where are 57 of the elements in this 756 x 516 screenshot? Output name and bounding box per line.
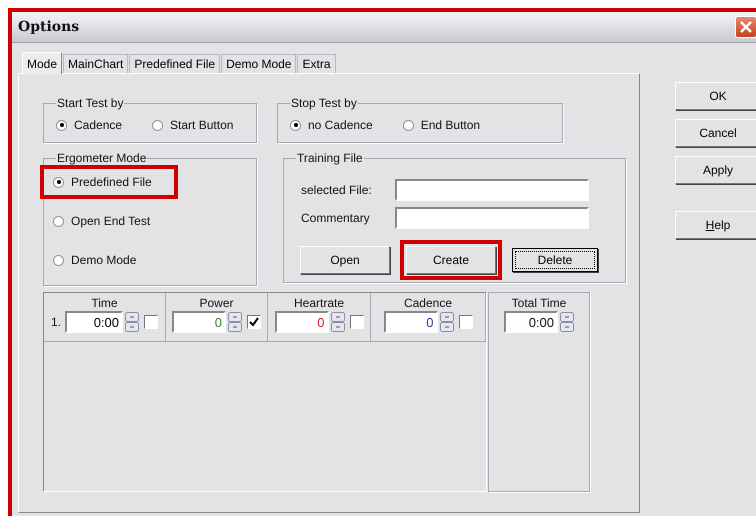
- action-button[interactable]: Create: [406, 246, 496, 274]
- radio-button[interactable]: [56, 120, 67, 130]
- radio-button[interactable]: [53, 176, 64, 188]
- checkbox[interactable]: [350, 315, 364, 329]
- radio-label: End Button: [420, 118, 480, 132]
- tab[interactable]: Demo Mode: [221, 54, 296, 73]
- spin-field[interactable]: 0: [274, 311, 328, 333]
- group-title: Start Test by: [56, 96, 124, 110]
- row-number: 1.: [50, 315, 61, 329]
- checkbox[interactable]: [458, 315, 472, 329]
- spin-arrows-icon[interactable]: [228, 312, 242, 332]
- column-header: Time: [91, 296, 118, 310]
- input-field[interactable]: [395, 207, 589, 229]
- column-header: Heartrate: [294, 296, 344, 310]
- radio-label: Cadence: [74, 118, 122, 132]
- close-icon: [739, 20, 753, 34]
- spin-arrows-icon[interactable]: [440, 312, 454, 332]
- radio-button[interactable]: [53, 216, 64, 226]
- spin-field[interactable]: 0:00: [65, 311, 123, 333]
- dialog-button[interactable]: Help: [675, 211, 756, 239]
- dialog-button[interactable]: Apply: [675, 156, 756, 184]
- checkbox[interactable]: [144, 315, 158, 329]
- column-header: Cadence: [404, 296, 452, 310]
- radio-label: Open End Test: [71, 214, 150, 228]
- spin-arrows-icon[interactable]: [560, 312, 574, 332]
- close-button[interactable]: [735, 16, 756, 38]
- tab[interactable]: Predefined File: [129, 54, 220, 73]
- tab[interactable]: Extra: [297, 54, 336, 73]
- tab[interactable]: MainChart: [63, 54, 128, 73]
- checkbox[interactable]: [247, 315, 261, 329]
- dialog-button[interactable]: OK: [675, 82, 756, 110]
- window-title: Options: [17, 19, 80, 35]
- radio-label: Start Button: [170, 118, 234, 132]
- action-button[interactable]: Delete: [512, 248, 598, 272]
- action-button[interactable]: Open: [300, 246, 390, 274]
- radio-button[interactable]: [53, 254, 64, 266]
- column-header: Total Time: [512, 296, 566, 310]
- field-label: Commentary: [301, 211, 371, 225]
- spin-field[interactable]: 0:00: [504, 311, 558, 333]
- spin-arrows-icon[interactable]: [125, 312, 139, 332]
- group-title: Ergometer Mode: [56, 151, 148, 165]
- column-header: Power: [199, 296, 234, 310]
- tab[interactable]: Mode: [22, 52, 62, 74]
- radio-label: no Cadence: [308, 118, 373, 132]
- radio-label: Predefined File: [71, 175, 152, 189]
- spin-field[interactable]: 0: [172, 311, 226, 333]
- field-label: selected File:: [301, 183, 373, 197]
- input-field[interactable]: [395, 179, 589, 201]
- group-title: Training File: [296, 151, 364, 165]
- radio-label: Demo Mode: [71, 253, 136, 267]
- spin-arrows-icon[interactable]: [330, 312, 344, 332]
- radio-button[interactable]: [152, 120, 164, 130]
- spin-field[interactable]: 0: [384, 311, 438, 333]
- dialog-button[interactable]: Cancel: [675, 119, 756, 147]
- group-title: Stop Test by: [290, 96, 358, 110]
- radio-button[interactable]: [402, 120, 414, 130]
- radio-button[interactable]: [290, 120, 301, 130]
